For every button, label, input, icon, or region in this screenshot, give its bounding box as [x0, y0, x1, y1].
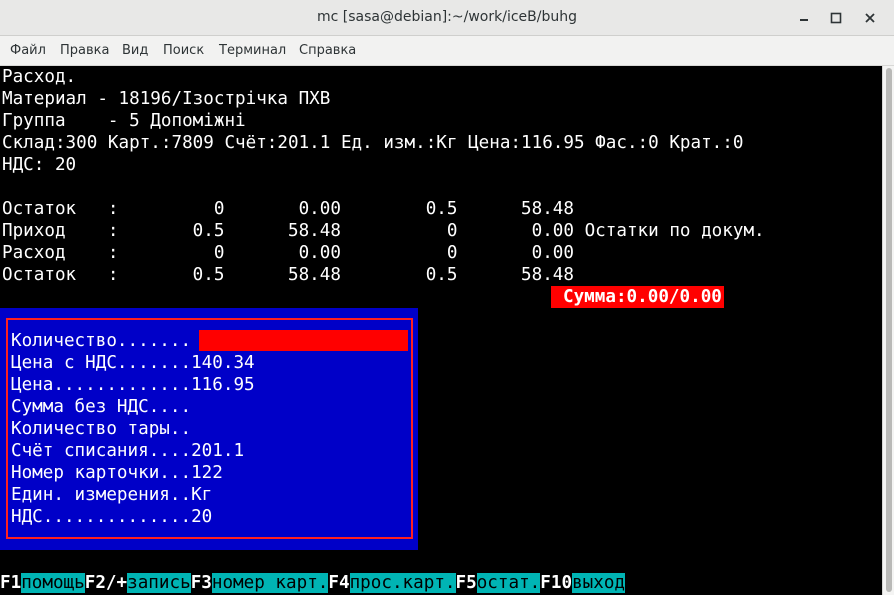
- form-value: 201.1: [191, 441, 245, 461]
- summa-badge: Сумма:0.00/0.00: [551, 286, 724, 308]
- form-row-container-qty[interactable]: Количество тары..: [11, 418, 191, 440]
- form-label: Количество тары..: [11, 419, 192, 439]
- fkey-save-label[interactable]: запись: [127, 573, 191, 593]
- fkey-card-number-label[interactable]: номер карт.: [211, 573, 329, 593]
- form-label: Цена с НДС.......: [11, 353, 192, 373]
- fkey-balance-label[interactable]: остат.: [476, 573, 541, 593]
- fkey-f3-key[interactable]: F3: [191, 573, 212, 593]
- form-value: 20: [191, 507, 213, 527]
- header-line-warehouse: Склад:300 Карт.:7809 Счёт:201.1 Ед. изм.…: [2, 133, 744, 153]
- form-row-vat[interactable]: НДС..............20: [11, 506, 212, 528]
- form-value: Кг: [191, 485, 213, 505]
- form-row-card-number[interactable]: Номер карточки...122: [11, 462, 223, 484]
- quantity-input[interactable]: [199, 330, 408, 351]
- fkey-help-label[interactable]: помощь: [21, 573, 85, 593]
- fkey-f5-key[interactable]: F5: [456, 573, 477, 593]
- maximize-button[interactable]: [826, 8, 846, 28]
- form-label: Сумма без НДС....: [11, 397, 192, 417]
- form-label: Количество.......: [11, 331, 192, 351]
- header-line-vat: НДС: 20: [2, 155, 77, 175]
- maximize-icon: [830, 12, 842, 24]
- close-icon: [865, 13, 875, 23]
- fkey-f1-key[interactable]: F1: [0, 573, 21, 593]
- form-label: Цена.............: [11, 375, 192, 395]
- window-titlebar: mc [sasa@debian]:~/work/iceB/buhg: [0, 0, 894, 36]
- form-row-price-with-vat[interactable]: Цена с НДС.......140.34: [11, 352, 255, 374]
- header-line-doc-type: Расход.: [2, 67, 77, 87]
- balance-row-opening: Остаток : 0 0.00 0.5 58.48: [2, 199, 574, 219]
- form-value: 140.34: [191, 353, 255, 373]
- menu-edit[interactable]: Правка: [60, 43, 109, 58]
- header-line-material: Материал - 18196/Ізострічка ПХВ: [2, 89, 331, 109]
- balance-row-income: Приход : 0.5 58.48 0 0.00 Остатки по док…: [2, 221, 765, 241]
- menu-view[interactable]: Вид: [122, 43, 148, 58]
- form-value: 122: [191, 463, 223, 483]
- window-title: mc [sasa@debian]:~/work/iceB/buhg: [317, 9, 577, 25]
- fkey-f2-key[interactable]: F2/+: [85, 573, 127, 593]
- form-row-writeoff-account[interactable]: Счёт списания....201.1: [11, 440, 244, 462]
- menu-help[interactable]: Справка: [299, 43, 356, 58]
- form-row-unit[interactable]: Един. измерения..Кг: [11, 484, 212, 506]
- fkey-exit-label[interactable]: выход: [572, 573, 626, 593]
- minimize-icon: [800, 19, 808, 21]
- terminal-scrollbar[interactable]: [882, 66, 894, 595]
- fkey-f10-key[interactable]: F10: [540, 573, 572, 593]
- fkey-view-card-label[interactable]: прос.карт.: [349, 573, 456, 593]
- minimize-button[interactable]: [794, 8, 814, 28]
- form-label: Счёт списания....: [11, 441, 192, 461]
- form-row-quantity[interactable]: Количество.......: [11, 330, 191, 352]
- menu-search[interactable]: Поиск: [163, 43, 204, 58]
- menu-bar: Файл Правка Вид Поиск Терминал Справка: [0, 36, 894, 66]
- balance-row-expense: Расход : 0 0.00 0 0.00: [2, 243, 574, 263]
- form-label: НДС..............: [11, 507, 192, 527]
- form-row-sum-without-vat[interactable]: Сумма без НДС....: [11, 396, 191, 418]
- fkey-f4-key[interactable]: F4: [328, 573, 349, 593]
- close-button[interactable]: [860, 8, 880, 28]
- function-key-bar: F1помощьF2/+записьF3номер карт.F4прос.ка…: [0, 572, 626, 594]
- balance-row-closing: Остаток : 0.5 58.48 0.5 58.48: [2, 265, 574, 285]
- form-label: Номер карточки...: [11, 463, 192, 483]
- form-value: 116.95: [191, 375, 255, 395]
- header-line-group: Группа - 5 Допоміжні: [2, 111, 246, 131]
- menu-terminal[interactable]: Терминал: [219, 43, 286, 58]
- scrollbar-thumb[interactable]: [886, 68, 892, 592]
- terminal-area[interactable]: Расход. Материал - 18196/Ізострічка ПХВ …: [0, 66, 882, 595]
- form-label: Един. измерения..: [11, 485, 192, 505]
- form-row-price[interactable]: Цена.............116.95: [11, 374, 255, 396]
- menu-file[interactable]: Файл: [10, 43, 46, 58]
